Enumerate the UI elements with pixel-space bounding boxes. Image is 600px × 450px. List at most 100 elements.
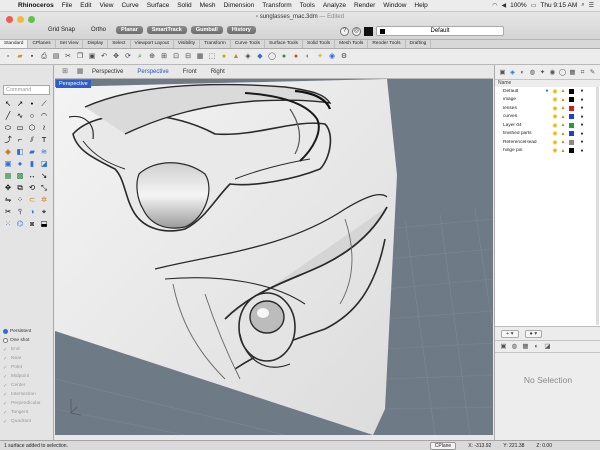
points-on-icon[interactable]: ⁙ [3, 219, 13, 229]
select-arrow-icon[interactable]: ↖ [3, 99, 13, 109]
copy-icon[interactable]: ❐ [75, 52, 85, 62]
tangent-check-icon[interactable]: ✓ [3, 410, 9, 416]
menu-file[interactable]: File [58, 2, 76, 9]
paste-icon[interactable]: ▣ [87, 52, 97, 62]
curve-icon[interactable]: ∿ [15, 111, 25, 121]
loft-icon[interactable]: ≋ [39, 147, 49, 157]
array-icon[interactable]: ⁘ [15, 195, 25, 205]
print-icon[interactable]: ⎙ [39, 52, 49, 62]
viewport-title[interactable]: Perspective [56, 80, 91, 88]
render-panel-icon[interactable]: ◉ [548, 68, 557, 77]
notification-center-icon[interactable]: ☰ [589, 2, 594, 9]
tab-display[interactable]: Display [83, 40, 109, 48]
tab-render-tools[interactable]: Render Tools [368, 40, 406, 48]
intersection-check-icon[interactable]: ✓ [3, 392, 9, 398]
surface-edge-icon[interactable]: ◧ [15, 147, 25, 157]
mirror-icon[interactable]: ⇋ [3, 195, 13, 205]
menu-transform[interactable]: Transform [258, 2, 295, 9]
layer-color-swatch[interactable] [569, 97, 574, 103]
offset-curve-icon[interactable]: ⫽ [27, 135, 37, 145]
tab-viewport-right[interactable]: Right [204, 69, 232, 75]
mesh-icon[interactable]: ▦ [3, 171, 13, 181]
tab-viewport-perspective-1[interactable]: Perspective [85, 69, 130, 75]
help-icon[interactable]: ? [340, 26, 349, 36]
menu-app[interactable]: Rhinoceros [14, 2, 58, 9]
tab-surface-tools[interactable]: Surface Tools [265, 40, 304, 48]
osnap-perpendicular[interactable]: ✓ Perpendicular [3, 399, 51, 408]
perpendicular-check-icon[interactable]: ✓ [3, 401, 9, 407]
point-icon[interactable]: • [27, 99, 37, 109]
object-texture-icon[interactable]: ▦ [521, 342, 530, 351]
tab-viewport-perspective-2[interactable]: Perspective [130, 69, 175, 75]
material-icon[interactable]: ● [578, 88, 586, 94]
open-file-icon[interactable]: ▰ [15, 52, 25, 62]
circle-icon[interactable]: ○ [27, 111, 37, 121]
lock-icon[interactable]: ▲ [559, 114, 567, 120]
tab-select[interactable]: Select [108, 40, 131, 48]
layer-options-button[interactable]: ● ▾ [524, 329, 543, 338]
scale-icon[interactable]: ⤡ [39, 183, 49, 193]
visibility-bulb-icon[interactable]: ◉ [551, 139, 559, 146]
render-icon[interactable]: ◉ [327, 52, 337, 62]
point-check-icon[interactable]: ✓ [3, 365, 9, 371]
cplane-icon[interactable]: ▦ [195, 52, 205, 62]
wireframe-icon[interactable]: ◯ [267, 52, 277, 62]
fillet-curves-icon[interactable]: ⌐ [15, 135, 25, 145]
material-icon[interactable]: ● [578, 114, 586, 120]
options-icon[interactable]: ⚙ [339, 52, 349, 62]
gumball-toggle[interactable]: Gumball [190, 26, 223, 34]
extrude-surface-icon[interactable]: ▰ [27, 147, 37, 157]
split-icon[interactable]: ⫯ [15, 207, 25, 217]
sphere-icon[interactable]: ● [15, 159, 25, 169]
visibility-bulb-icon[interactable]: ◉ [551, 88, 559, 95]
undo-icon[interactable]: ↶ [99, 52, 109, 62]
midpoint-check-icon[interactable]: ✓ [3, 374, 9, 380]
line-icon[interactable]: ╱ [3, 111, 13, 121]
tab-visibility[interactable]: Visibility [174, 40, 201, 48]
textures-panel-icon[interactable]: ▦ [568, 68, 577, 77]
viewport-canvas[interactable] [55, 79, 493, 435]
cylinder-icon[interactable]: ▮ [27, 159, 37, 169]
zoom-icon[interactable]: ⌕ [135, 52, 145, 62]
persistent-radio[interactable] [3, 329, 8, 334]
cplane-selector[interactable]: CPlane [429, 441, 457, 450]
join-icon[interactable]: ⊂ [27, 195, 37, 205]
layers-list[interactable]: Default ● ◉ ▲ ● image ◉ ▲ ● lenses ◉ ▲ ●… [495, 87, 600, 327]
rotate-view-icon[interactable]: ⟳ [123, 52, 133, 62]
visibility-bulb-icon[interactable]: ◉ [551, 96, 559, 103]
block-icon[interactable]: ⬓ [39, 219, 49, 229]
target-icon[interactable]: ◎ [352, 26, 361, 36]
polyline-icon[interactable]: ⟋ [39, 99, 49, 109]
object-properties-icon[interactable]: ▣ [499, 342, 508, 351]
osnap-one-shot-option[interactable]: One shot [3, 336, 51, 345]
zoom-selected-icon[interactable]: ⊡ [171, 52, 181, 62]
menu-mesh[interactable]: Mesh [196, 2, 220, 9]
layer-row-lenses[interactable]: lenses ◉ ▲ ● [495, 104, 600, 113]
tab-curve-tools[interactable]: Curve Tools [231, 40, 266, 48]
material-icon[interactable]: ◐ [303, 52, 313, 62]
new-file-icon[interactable]: ▫ [3, 52, 13, 62]
import-icon[interactable]: ▤ [51, 52, 61, 62]
layers-panel-icon[interactable]: ◈ [508, 68, 517, 77]
lock-icon[interactable]: ▲ [559, 131, 567, 137]
select-point-icon[interactable]: ↗ [15, 99, 25, 109]
viewport-layout-icon[interactable]: ⊞ [60, 67, 70, 77]
viewport-grid-icon[interactable]: ▦ [75, 67, 85, 77]
properties-icon[interactable]: ◆ [255, 52, 265, 62]
move-icon[interactable]: ✥ [3, 183, 13, 193]
layer-color-swatch[interactable] [569, 88, 574, 94]
menu-window[interactable]: Window [379, 2, 410, 9]
material-icon[interactable]: ● [578, 139, 586, 145]
layer-row-finished-parts[interactable]: finished parts ◉ ▲ ● [495, 130, 600, 139]
volume-icon[interactable]: ◀ [501, 2, 506, 9]
rectangle-icon[interactable]: ▭ [15, 123, 25, 133]
copy-transform-icon[interactable]: ⧉ [15, 183, 25, 193]
menu-dimension[interactable]: Dimension [220, 2, 259, 9]
visibility-bulb-icon[interactable]: ◉ [551, 105, 559, 112]
grid-snap-toggle[interactable]: Grid Snap [42, 27, 81, 33]
material-icon[interactable]: ● [578, 105, 586, 111]
material-icon[interactable]: ● [578, 97, 586, 103]
named-views-panel-icon[interactable]: ⌗ [578, 68, 587, 77]
menu-help[interactable]: Help [410, 2, 431, 9]
tab-viewport-layout[interactable]: Viewport Layout [131, 40, 174, 48]
